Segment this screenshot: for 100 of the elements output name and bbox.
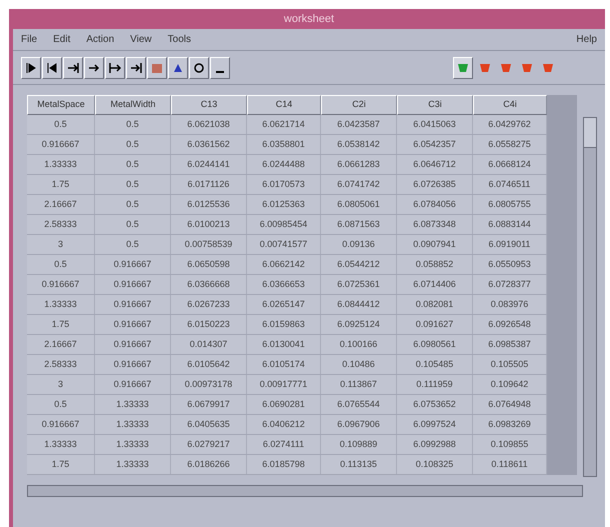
table-cell: 0.916667 — [27, 135, 95, 154]
table-cell: 0.5 — [27, 395, 95, 414]
table-cell: 6.0985387 — [473, 335, 547, 354]
table-cell: 1.33333 — [27, 295, 95, 314]
table-cell: 0.113135 — [321, 455, 397, 474]
menu-item[interactable]: Tools — [168, 32, 192, 47]
table-cell: 0.058852 — [397, 255, 473, 274]
table-cell: 6.0125536 — [171, 195, 247, 214]
table-cell: 6.0728377 — [473, 275, 547, 294]
table-cell: 1.33333 — [95, 395, 171, 414]
table-cell: 0.00973178 — [171, 375, 247, 394]
table-cell: 0.00917771 — [247, 375, 321, 394]
table-cell: 6.0726385 — [397, 175, 473, 194]
toolbar-button[interactable] — [42, 56, 62, 78]
table-cell: 1.33333 — [95, 415, 171, 434]
toolbar-button[interactable] — [189, 56, 209, 78]
vertical-scrollbar[interactable] — [583, 117, 597, 477]
dash-icon — [216, 70, 224, 72]
table-cell: 0.109889 — [321, 435, 397, 454]
column-header[interactable]: MetalWidth — [95, 95, 171, 115]
menu-item[interactable]: Edit — [53, 32, 70, 47]
table-cell: 6.0544212 — [321, 255, 397, 274]
table-cell: 6.0668124 — [473, 155, 547, 174]
table-cell: 6.0405635 — [171, 415, 247, 434]
column-header[interactable]: MetalSpace — [27, 95, 95, 115]
table-cell: 0.113867 — [321, 375, 397, 394]
table-cell: 6.0105642 — [171, 355, 247, 374]
toolbar-button[interactable] — [126, 56, 146, 78]
column-header[interactable]: C3i — [397, 95, 473, 115]
help-menu[interactable]: Help — [576, 32, 597, 47]
table-cell: 6.0361562 — [171, 135, 247, 154]
table-cell: 0.5 — [95, 195, 171, 214]
table-cell: 1.75 — [27, 315, 95, 334]
table-cell: 6.0662142 — [247, 255, 321, 274]
column-header[interactable]: C4i — [473, 95, 547, 115]
table-cell: 6.0925124 — [321, 315, 397, 334]
table-cell: 2.16667 — [27, 195, 95, 214]
table-cell: 0.10486 — [321, 355, 397, 374]
table-cell: 6.0171126 — [171, 175, 247, 194]
table-cell: 6.0661283 — [321, 155, 397, 174]
toolbar-button[interactable] — [210, 56, 230, 78]
table-cell: 2.58333 — [27, 215, 95, 234]
horizontal-scrollbar[interactable] — [27, 485, 583, 497]
table-cell: 0.108325 — [397, 455, 473, 474]
toolbar-button[interactable] — [63, 56, 83, 78]
toolbar-button[interactable] — [105, 56, 125, 78]
table-cell: 3 — [27, 235, 95, 254]
table-cell: 6.0415063 — [397, 115, 473, 134]
table-cell: 6.0366653 — [247, 275, 321, 294]
table-cell: 6.0714406 — [397, 275, 473, 294]
table-cell: 0.00758539 — [171, 235, 247, 254]
table-cell: 0.5 — [95, 135, 171, 154]
menu-item[interactable]: File — [21, 32, 38, 47]
table-cell: 6.0753652 — [397, 395, 473, 414]
table-cell: 6.0621038 — [171, 115, 247, 134]
column-header[interactable]: C2i — [321, 95, 397, 115]
scroll-thumb[interactable] — [584, 118, 596, 148]
table-cell: 0.100166 — [321, 335, 397, 354]
table-cell: 1.33333 — [27, 155, 95, 174]
table-cell: 6.0550953 — [473, 255, 547, 274]
table-cell: 6.0542357 — [397, 135, 473, 154]
table-cell: 3 — [27, 375, 95, 394]
toolbar-button[interactable] — [21, 56, 41, 78]
table-cell: 6.0764948 — [473, 395, 547, 414]
status-light[interactable] — [453, 56, 473, 78]
table-cell: 1.75 — [27, 455, 95, 474]
table-cell: 0.111959 — [397, 375, 473, 394]
table-cell: 6.0279217 — [171, 435, 247, 454]
toolbar-button[interactable] — [168, 56, 188, 78]
toolbar-button[interactable] — [84, 56, 104, 78]
table-cell: 0.5 — [95, 175, 171, 194]
menu-item[interactable]: Action — [86, 32, 114, 47]
table-cell: 6.0871563 — [321, 215, 397, 234]
table-cell: 6.0186266 — [171, 455, 247, 474]
table-cell: 6.0883144 — [473, 215, 547, 234]
table-cell: 6.0621714 — [247, 115, 321, 134]
menu-item[interactable]: View — [130, 32, 152, 47]
table-cell: 6.0150223 — [171, 315, 247, 334]
table-cell: 6.0679917 — [171, 395, 247, 414]
table-cell: 6.0267233 — [171, 295, 247, 314]
table-cell: 0.5 — [95, 155, 171, 174]
table-cell: 6.0784056 — [397, 195, 473, 214]
table-cell: 0.5 — [27, 255, 95, 274]
window-title: worksheet — [284, 12, 334, 27]
column-header[interactable]: C14 — [247, 95, 321, 115]
table-cell: 0.916667 — [95, 355, 171, 374]
table-cell: 6.0746511 — [473, 175, 547, 194]
table-cell: 0.083976 — [473, 295, 547, 314]
table-cell: 6.0159863 — [247, 315, 321, 334]
table-cell: 6.0919011 — [473, 235, 547, 254]
table-cell: 6.0926548 — [473, 315, 547, 334]
column-header[interactable]: C13 — [171, 95, 247, 115]
table-cell: 6.0967906 — [321, 415, 397, 434]
table-cell: 0.916667 — [27, 275, 95, 294]
table-cell: 6.0244488 — [247, 155, 321, 174]
table-cell: 0.916667 — [95, 375, 171, 394]
table-cell: 6.0558275 — [473, 135, 547, 154]
table-cell: 1.75 — [27, 175, 95, 194]
table-cell: 0.118611 — [473, 455, 547, 474]
table-cell: 6.0366668 — [171, 275, 247, 294]
